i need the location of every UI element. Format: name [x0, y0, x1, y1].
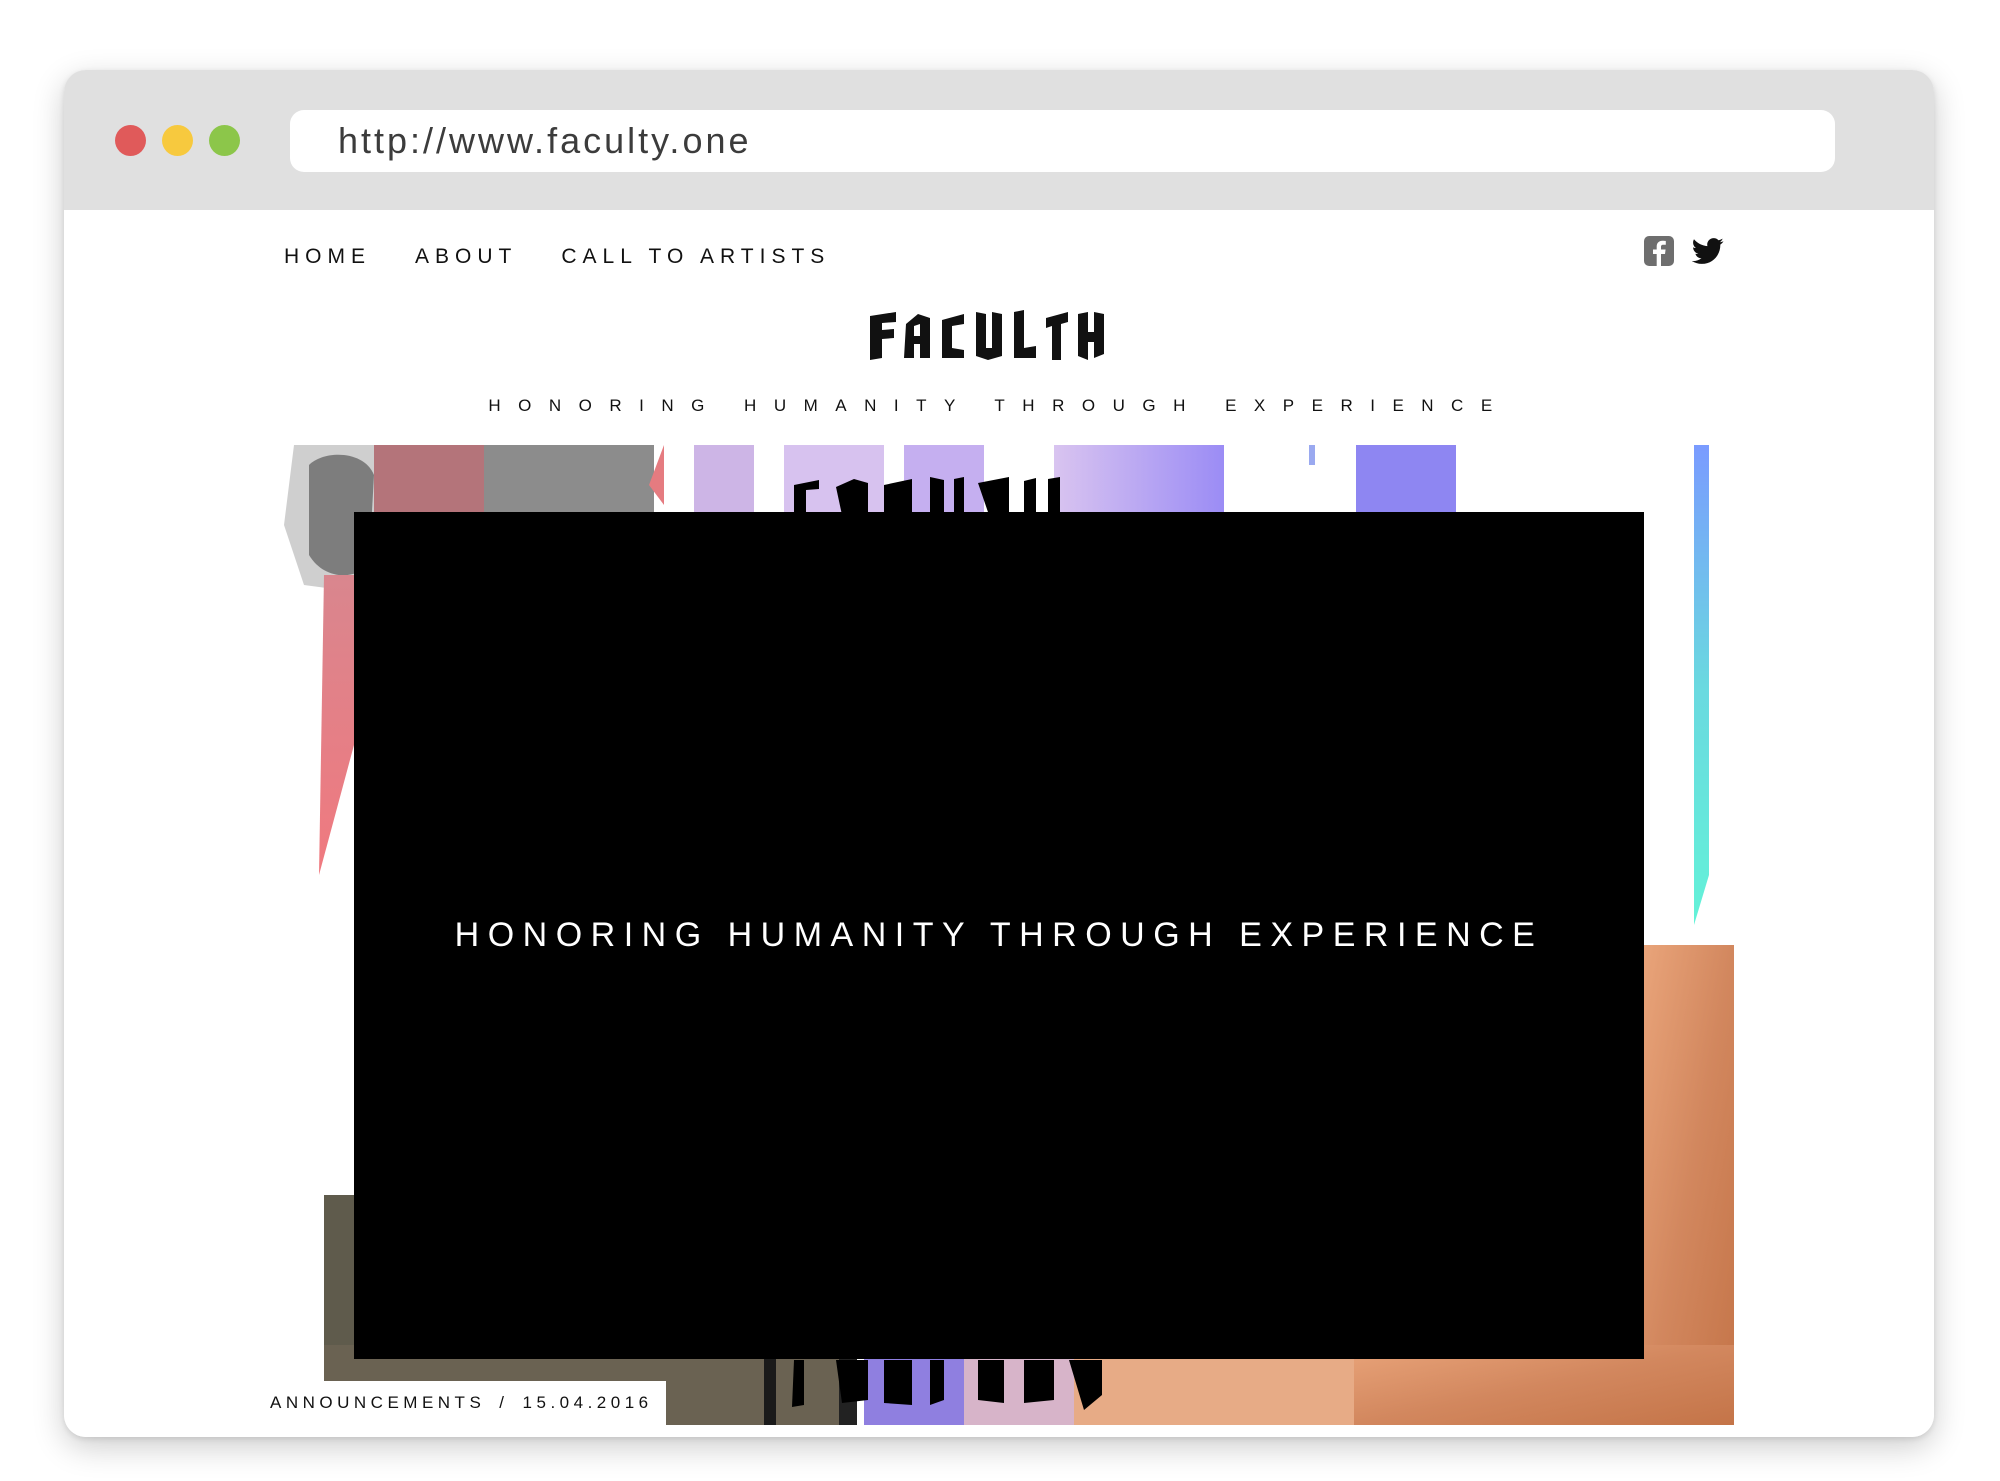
post-date: 15.04.2016: [522, 1393, 653, 1412]
browser-toolbar: http://www.faculty.one: [64, 70, 1934, 210]
social-links: [1644, 236, 1724, 271]
nav-item-call-to-artists[interactable]: CALL TO ARTISTS: [561, 245, 830, 269]
address-bar[interactable]: http://www.faculty.one: [290, 110, 1835, 172]
minimize-window-button[interactable]: [162, 125, 193, 156]
address-bar-url[interactable]: http://www.faculty.one: [338, 110, 752, 172]
main-nav: HOME ABOUT CALL TO ARTISTS: [284, 245, 830, 269]
close-window-button[interactable]: [115, 125, 146, 156]
post-meta-separator: /: [499, 1393, 509, 1412]
nav-item-about[interactable]: ABOUT: [415, 245, 517, 269]
hero-banner: HONORING HUMANITY THROUGH EXPERIENCE ANN…: [264, 445, 1734, 1425]
twitter-icon[interactable]: [1691, 237, 1724, 270]
post-category-link[interactable]: ANNOUNCEMENTS: [270, 1393, 485, 1413]
hero-video-title: HONORING HUMANITY THROUGH EXPERIENCE: [454, 916, 1544, 954]
screenshot-stage: http://www.faculty.one HOME ABOUT CALL T…: [0, 0, 2000, 1481]
site-logo[interactable]: [64, 310, 1934, 367]
browser-window: http://www.faculty.one HOME ABOUT CALL T…: [64, 70, 1934, 1437]
zoom-window-button[interactable]: [209, 125, 240, 156]
site-tagline: HONORING HUMANITY THROUGH EXPERIENCE: [488, 396, 1510, 415]
web-page: HOME ABOUT CALL TO ARTISTS HONORING HUMA…: [64, 210, 1934, 1437]
faculty-logo-wordmark: [870, 310, 1104, 360]
hero-video[interactable]: HONORING HUMANITY THROUGH EXPERIENCE: [354, 512, 1644, 1359]
facebook-icon[interactable]: [1644, 236, 1674, 271]
post-meta-caption: ANNOUNCEMENTS / 15.04.2016: [264, 1381, 666, 1425]
nav-item-home[interactable]: HOME: [284, 245, 371, 269]
